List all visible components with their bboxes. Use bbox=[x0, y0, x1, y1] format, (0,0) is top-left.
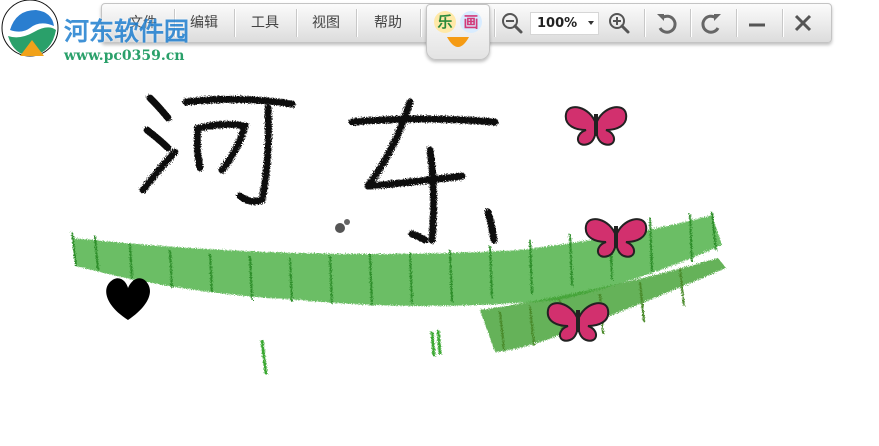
toolbar-separator bbox=[356, 9, 357, 37]
toolbar-separator bbox=[296, 9, 297, 37]
minimize-icon bbox=[749, 23, 765, 27]
butterfly-stamp bbox=[564, 106, 628, 146]
toolbar-separator bbox=[644, 9, 645, 37]
app-logo[interactable]: 乐 画 bbox=[426, 4, 490, 60]
minimize-button[interactable] bbox=[744, 10, 770, 36]
close-button[interactable] bbox=[790, 10, 816, 36]
ink-strokes bbox=[139, 94, 499, 244]
zoom-out-icon bbox=[502, 13, 523, 34]
zoom-out-button[interactable] bbox=[499, 10, 525, 36]
undo-icon bbox=[657, 14, 677, 34]
zoom-in-button[interactable] bbox=[606, 10, 632, 36]
heart-stamp bbox=[106, 278, 150, 320]
logo-char-hua: 画 bbox=[460, 11, 482, 33]
watermark-logo bbox=[1, 0, 59, 57]
toolbar-separator bbox=[690, 9, 691, 37]
ink-dot bbox=[344, 219, 350, 225]
toolbar-separator bbox=[736, 9, 737, 37]
redo-icon bbox=[701, 14, 721, 34]
drawing-canvas[interactable] bbox=[0, 0, 879, 446]
chevron-down-icon bbox=[588, 21, 594, 25]
watermark-title: 河东软件园 bbox=[64, 17, 190, 46]
close-icon bbox=[794, 14, 812, 32]
undo-button[interactable] bbox=[654, 10, 680, 36]
zoom-in-icon bbox=[609, 13, 630, 34]
ink-dot bbox=[335, 223, 345, 233]
toolbar-separator bbox=[420, 9, 421, 37]
zoom-value: 100% bbox=[537, 16, 578, 31]
logo-char-le: 乐 bbox=[434, 11, 456, 33]
redo-button[interactable] bbox=[698, 10, 724, 36]
watermark-url: www.pc0359.cn bbox=[64, 48, 185, 64]
toolbar-separator bbox=[234, 9, 235, 37]
smile-icon bbox=[447, 37, 469, 47]
toolbar-separator bbox=[782, 9, 783, 37]
toolbar-separator bbox=[494, 9, 495, 37]
zoom-select[interactable]: 100% bbox=[530, 12, 599, 35]
menu-tools[interactable]: 工具 bbox=[236, 4, 294, 42]
menu-view[interactable]: 视图 bbox=[298, 4, 354, 42]
menu-help[interactable]: 帮助 bbox=[358, 4, 418, 42]
